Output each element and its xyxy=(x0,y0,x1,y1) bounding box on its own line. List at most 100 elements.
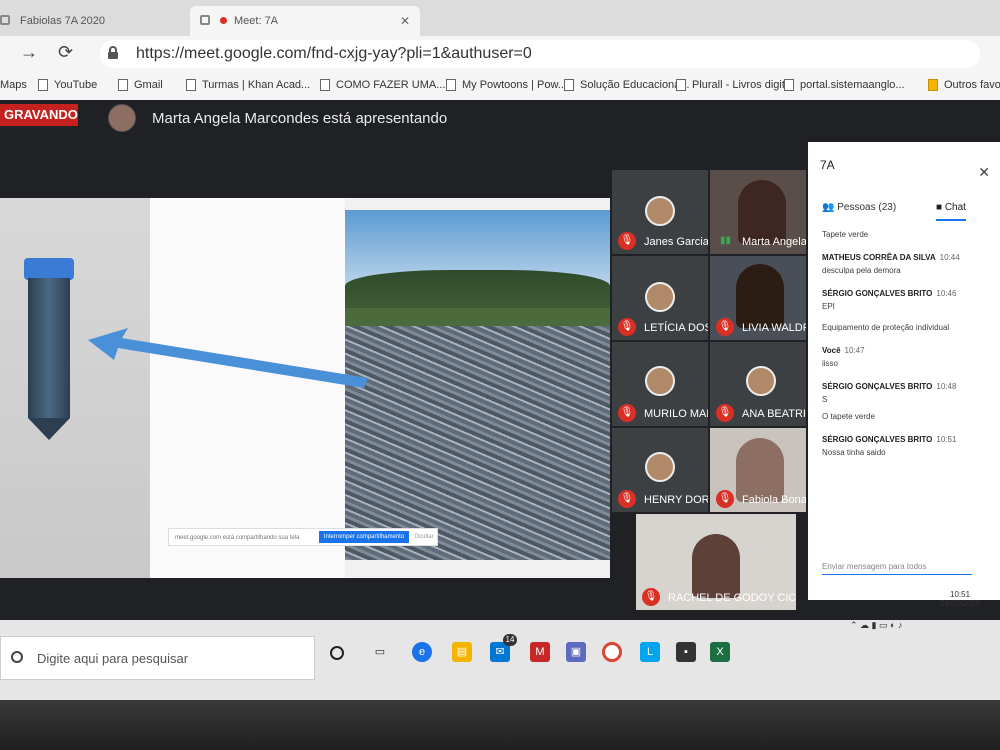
learning-app-icon[interactable]: L xyxy=(640,642,660,662)
photos-icon[interactable]: ▣ xyxy=(566,642,586,662)
sample-tube-image xyxy=(0,198,150,578)
chat-message: Você 10:47 iisso xyxy=(822,346,865,368)
file-explorer-icon[interactable]: ▤ xyxy=(452,642,472,662)
bookmark-maps[interactable]: Maps xyxy=(0,79,27,91)
test-tube-icon xyxy=(24,258,74,440)
participant-name: Janes Garcia xyxy=(644,236,708,248)
participant-tile[interactable]: 🎙 RACHEL DE GODOY CICERE... xyxy=(636,514,796,610)
avatar xyxy=(645,282,675,312)
participant-tile[interactable]: 🎙 HENRY DORT... xyxy=(612,428,708,512)
tab-people[interactable]: 👥 Pessoas (23) xyxy=(822,202,896,213)
participant-name: RACHEL DE GODOY CICERE... xyxy=(668,592,796,604)
tab-fabiolas[interactable]: Fabiolas 7A 2020 ✕ xyxy=(0,6,210,36)
slide-blank-area xyxy=(150,198,345,578)
participant-tile[interactable]: 🎙 Fabiola Bonal... xyxy=(710,428,806,512)
url-field[interactable]: https://meet.google.com/fnd-cxjg-yay?pli… xyxy=(100,40,980,68)
bookmark-powtoons[interactable]: My Powtoons | Pow... xyxy=(446,79,567,91)
chat-message: Tapete verde xyxy=(822,230,869,239)
browser-tab-bar: Fabiolas 7A 2020 ✕ Meet: 7A ✕ xyxy=(0,0,1000,36)
reload-icon[interactable]: ⟳ xyxy=(58,42,73,63)
chat-panel: 7A ✕ 👥 Pessoas (23) ■ Chat Tapete verde … xyxy=(808,142,1000,600)
participant-name: ANA BEATRIZ... xyxy=(742,408,806,420)
tray-icons[interactable]: ⌃ ☁ ▮ ▭ ◐ ♪ xyxy=(850,620,902,630)
tab-meet[interactable]: Meet: 7A ✕ xyxy=(190,6,420,36)
forward-icon[interactable]: → xyxy=(20,42,38,63)
page-icon xyxy=(564,79,574,91)
hide-button[interactable]: Ocultar xyxy=(413,531,435,543)
participant-tile[interactable]: 🎙 Janes Garcia xyxy=(612,170,708,254)
participant-name: HENRY DORT... xyxy=(644,494,708,506)
participant-tile[interactable]: 🎙 LIVIA WALDRI... xyxy=(710,256,806,340)
participant-video xyxy=(736,264,784,328)
people-icon: 👥 xyxy=(822,202,835,213)
page-icon xyxy=(320,79,330,91)
page-icon xyxy=(118,79,128,91)
bookmark-gmail[interactable]: Gmail xyxy=(118,79,163,91)
avatar xyxy=(645,196,675,226)
speaking-icon: ▮▮ xyxy=(720,235,732,246)
participant-name: LIVIA WALDRI... xyxy=(742,322,806,334)
page-icon xyxy=(446,79,456,91)
store-icon[interactable]: ▪ xyxy=(676,642,696,662)
bookmark-solucao[interactable]: Solução Educaciona... xyxy=(564,79,689,91)
participant-tile[interactable]: ▮▮ Marta Angela ... xyxy=(710,170,806,254)
avatar xyxy=(645,452,675,482)
participant-name: Fabiola Bonal... xyxy=(742,494,806,506)
presenting-banner: Marta Angela Marcondes está apresentando xyxy=(152,110,448,127)
screen-share-notice: meet.google.com está compartilhando sua … xyxy=(168,528,438,546)
participant-tile[interactable]: 🎙 ANA BEATRIZ... xyxy=(710,342,806,426)
task-view-icon[interactable]: ▭ xyxy=(370,642,390,662)
participant-video xyxy=(736,438,784,502)
tab-label: Meet: 7A xyxy=(234,15,279,27)
taskbar: Digite aqui para pesquisar ▭ e ▤ ✉ 14 M … xyxy=(0,590,1000,700)
chat-message: MATHEUS CORRÊA DA SILVA 10:44 desculpa pe… xyxy=(822,253,960,275)
participant-video xyxy=(738,180,786,244)
laptop-screen: Fabiolas 7A 2020 ✕ Meet: 7A ✕ → ⟳ https:… xyxy=(0,0,1000,700)
participant-tile[interactable]: 🎙 LETÍCIA DOS ... xyxy=(612,256,708,340)
bookmark-plurall[interactable]: Plurall - Livros digit... xyxy=(676,79,794,91)
bookmark-como-fazer[interactable]: COMO FAZER UMA... xyxy=(320,79,445,91)
excel-icon[interactable]: X xyxy=(710,642,730,662)
mail-badge: 14 xyxy=(503,634,517,646)
participant-tile[interactable]: 🎙 MURILO MAF... xyxy=(612,342,708,426)
chat-message: SÉRGIO GONÇALVES BRITO 10:51 Nossa tinha … xyxy=(822,435,957,457)
page-icon xyxy=(186,79,196,91)
chat-messages: Tapete verde MATHEUS CORRÊA DA SILVA 10:4… xyxy=(822,226,992,471)
mic-off-icon: 🎙 xyxy=(618,490,636,508)
lock-icon xyxy=(108,46,118,59)
tab-chat[interactable]: ■ Chat xyxy=(936,202,966,221)
search-icon xyxy=(11,651,23,663)
bookmark-outros[interactable]: Outros favoritos xyxy=(928,79,1000,91)
page-icon xyxy=(784,79,794,91)
recording-dot-icon xyxy=(220,17,227,24)
system-tray: ⌃ ☁ ▮ ▭ ◐ ♪ xyxy=(850,620,902,631)
cortana-icon[interactable] xyxy=(330,646,344,660)
address-bar: → ⟳ https://meet.google.com/fnd-cxjg-yay… xyxy=(0,36,1000,74)
chat-icon: ■ xyxy=(936,202,943,213)
clock[interactable]: 10:51 28/07/2020 xyxy=(940,590,980,608)
page-icon xyxy=(676,79,686,91)
close-icon[interactable]: ✕ xyxy=(978,164,990,181)
folder-icon xyxy=(928,79,938,91)
mic-off-icon: 🎙 xyxy=(642,588,660,606)
shared-screen: meet.google.com está compartilhando sua … xyxy=(0,198,610,578)
chrome-icon[interactable] xyxy=(602,642,622,662)
participant-name: LETÍCIA DOS ... xyxy=(644,322,708,334)
participant-name: Marta Angela ... xyxy=(742,236,806,248)
chat-message: SÉRGIO GONÇALVES BRITO 10:46 EPI Equipame… xyxy=(822,289,957,332)
stop-sharing-button[interactable]: Interromper compartilhamento xyxy=(319,531,409,543)
bookmark-youtube[interactable]: YouTube xyxy=(38,79,97,91)
taskbar-search[interactable]: Digite aqui para pesquisar xyxy=(0,636,315,680)
close-tab-icon[interactable]: ✕ xyxy=(400,6,410,36)
avatar xyxy=(746,366,776,396)
tab-label: Fabiolas 7A 2020 xyxy=(20,15,106,27)
bookmark-khan[interactable]: Turmas | Khan Acad... xyxy=(186,79,310,91)
share-notice-text: meet.google.com está compartilhando sua … xyxy=(175,535,300,541)
mcafee-icon[interactable]: M xyxy=(530,642,550,662)
bookmark-portal[interactable]: portal.sistemaanglo... xyxy=(784,79,905,91)
laptop-bezel xyxy=(0,700,1000,750)
chat-input[interactable]: Enviar mensagem para todos xyxy=(822,562,972,575)
edge-icon[interactable]: e xyxy=(412,642,432,662)
pointer-arrow-icon xyxy=(88,328,368,388)
avatar xyxy=(645,366,675,396)
